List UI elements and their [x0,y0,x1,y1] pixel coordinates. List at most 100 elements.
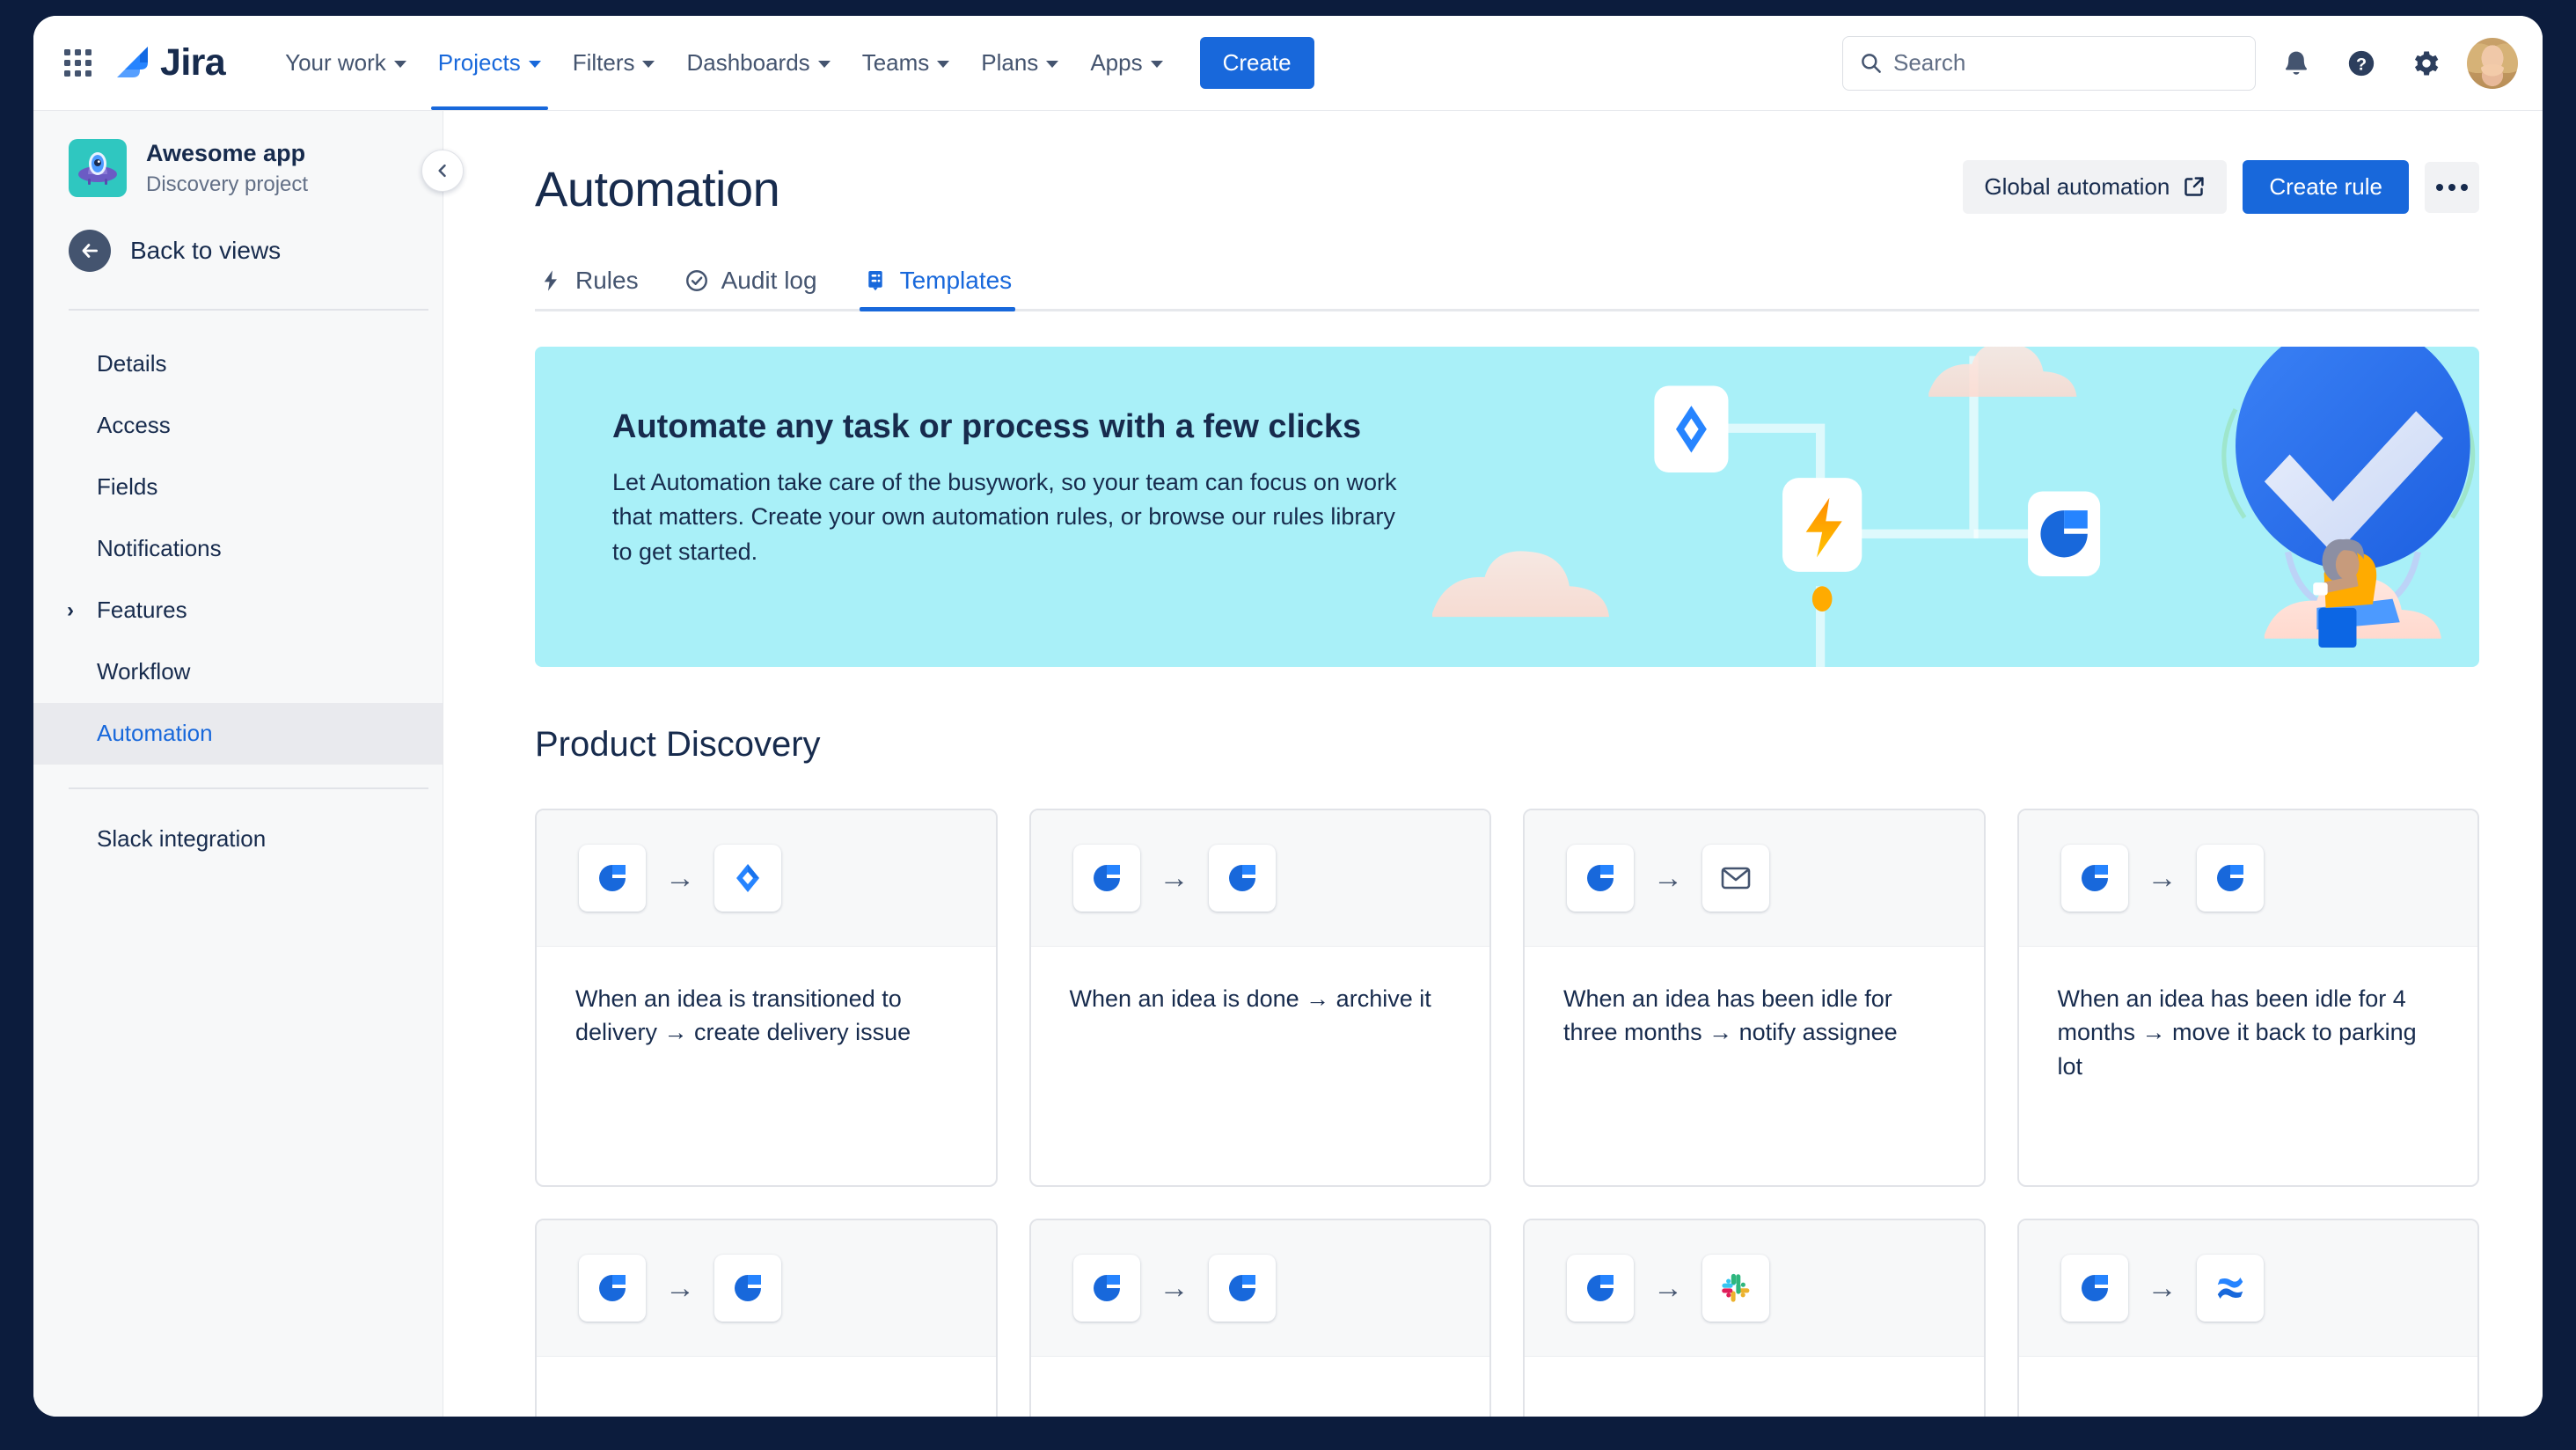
chevron-down-icon [1046,61,1059,68]
template-card[interactable]: → [2016,1219,2479,1417]
more-actions-button[interactable] [2425,161,2479,213]
sidebar-item-label: Workflow [97,658,191,685]
tab-rules[interactable]: Rules [535,267,642,309]
automation-tabs: Rules Audit log Templates [535,267,2479,311]
jira-product-discovery-icon [579,845,646,912]
back-to-views-button[interactable]: Back to views [33,198,443,272]
sidebar-item-slack-integration[interactable]: Slack integration [33,809,443,870]
page-header-actions: Global automation Create rule [1963,160,2479,214]
create-button[interactable]: Create [1199,37,1314,89]
template-card-icons: → [1525,810,1984,947]
nav-your-work[interactable]: Your work [271,40,421,85]
app-switcher-button[interactable] [55,40,100,86]
nav-dashboards[interactable]: Dashboards [672,40,844,85]
jira-product-discovery-icon [1072,845,1140,912]
template-card-body: When an idea is done → archive it [1031,947,1490,1015]
sidebar-item-features[interactable]: › Features [33,580,443,641]
chevron-down-icon [817,61,831,68]
sidebar-item-label: Slack integration [97,825,267,853]
global-automation-button[interactable]: Global automation [1963,160,2228,214]
jira-wordmark: Jira [160,41,226,84]
jira-product-discovery-icon [1208,1255,1276,1322]
lightning-bolt-icon [538,268,563,293]
sidebar-item-label: Fields [97,473,158,501]
template-card[interactable]: → When an idea has been idle for 4 month… [2016,809,2479,1187]
jira-product-discovery-icon [1072,1255,1140,1322]
sidebar-collapse-button[interactable] [421,150,464,192]
chevron-down-icon [642,61,655,68]
nav-filters[interactable]: Filters [559,40,670,85]
nav-projects[interactable]: Projects [424,40,555,110]
avatar[interactable] [2467,37,2518,89]
sidebar-item-label: Features [97,597,187,624]
tab-audit-log[interactable]: Audit log [681,267,821,309]
sidebar-item-details[interactable]: Details [33,333,443,395]
arrow-right-icon: → [1653,861,1683,895]
template-card[interactable]: → When an idea has been idle for three m… [1523,809,1986,1187]
app-window: Jira Your work Projects Filters Dashboar… [33,16,2543,1417]
template-card-body [1031,1357,1490,1392]
sidebar-item-label: Automation [97,720,213,747]
nav-teams[interactable]: Teams [848,40,964,85]
template-card[interactable]: → [1523,1219,1986,1417]
tab-rules-label: Rules [575,267,639,294]
gear-icon [2411,48,2441,78]
sidebar-item-access[interactable]: Access [33,395,443,457]
template-card-grid: → When an idea is transitioned to delive… [535,809,2479,1417]
jira-product-discovery-icon [2060,845,2128,912]
sidebar-item-automation[interactable]: Automation [33,702,443,765]
sidebar-item-workflow[interactable]: Workflow [33,641,443,703]
arrow-right-icon: → [665,861,695,895]
arrow-right-icon: → [1653,1271,1683,1305]
sidebar-item-label: Access [97,412,171,439]
nav-right-cluster: ? [1842,35,2543,91]
tab-templates[interactable]: Templates [859,267,1016,311]
project-name: Awesome app [146,140,306,166]
nav-apps[interactable]: Apps [1076,40,1176,85]
back-to-views-label: Back to views [130,236,282,264]
chevron-left-icon [434,162,451,179]
template-card-body [2019,1357,2478,1392]
sidebar-item-fields[interactable]: Fields [33,457,443,518]
project-header[interactable]: Awesome app Discovery project [33,111,443,198]
svg-text:?: ? [2356,55,2367,74]
main-content: Automation Global automation Create rule [443,111,2543,1417]
confluence-icon [2196,1255,2264,1322]
page-title: Automation [535,161,780,216]
template-card[interactable]: → [1028,1219,1491,1417]
template-card-icon [863,268,888,293]
tab-templates-label: Templates [899,267,1013,294]
search-box[interactable] [1842,35,2256,91]
template-card-body: When an idea has been idle for 4 months … [2019,947,2478,1083]
jira-product-discovery-icon [1208,845,1276,912]
notifications-button[interactable] [2272,39,2321,88]
hero-body: Let Automation take care of the busywork… [612,469,1397,565]
primary-nav-items: Your work Projects Filters Dashboards Te… [271,37,1314,110]
settings-button[interactable] [2402,39,2451,88]
arrow-right-icon: → [1159,861,1189,895]
check-circle-icon [684,268,709,293]
sidebar-nav-list: Details Access Fields Notifications › Fe… [33,333,443,765]
create-rule-button[interactable]: Create rule [2243,160,2409,214]
search-input[interactable] [1893,49,2239,77]
arrow-right-icon: → [2147,861,2177,895]
sidebar-nav-list-secondary: Slack integration [33,809,443,870]
chevron-right-icon[interactable]: › [67,598,74,623]
slack-icon [1702,1255,1769,1322]
template-card-icons: → [2018,810,2477,947]
global-navigation-bar: Jira Your work Projects Filters Dashboar… [33,16,2543,111]
jira-home-link[interactable]: Jira [113,41,226,84]
template-card[interactable]: → When an idea is done → archive it [1028,809,1491,1187]
jira-product-discovery-icon [714,1255,781,1322]
sidebar-divider-bottom [69,787,428,789]
nav-plans[interactable]: Plans [967,40,1072,85]
template-card[interactable]: → When an idea is transitioned to delive… [535,809,998,1187]
sidebar-item-label: Details [97,350,167,377]
template-card[interactable]: → [535,1219,998,1417]
template-card-icons: → [537,810,996,947]
help-button[interactable]: ? [2337,39,2386,88]
chevron-down-icon [393,61,406,68]
jira-product-discovery-icon [1567,845,1634,912]
jira-product-discovery-icon [1567,1255,1634,1322]
sidebar-item-notifications[interactable]: Notifications [33,518,443,580]
